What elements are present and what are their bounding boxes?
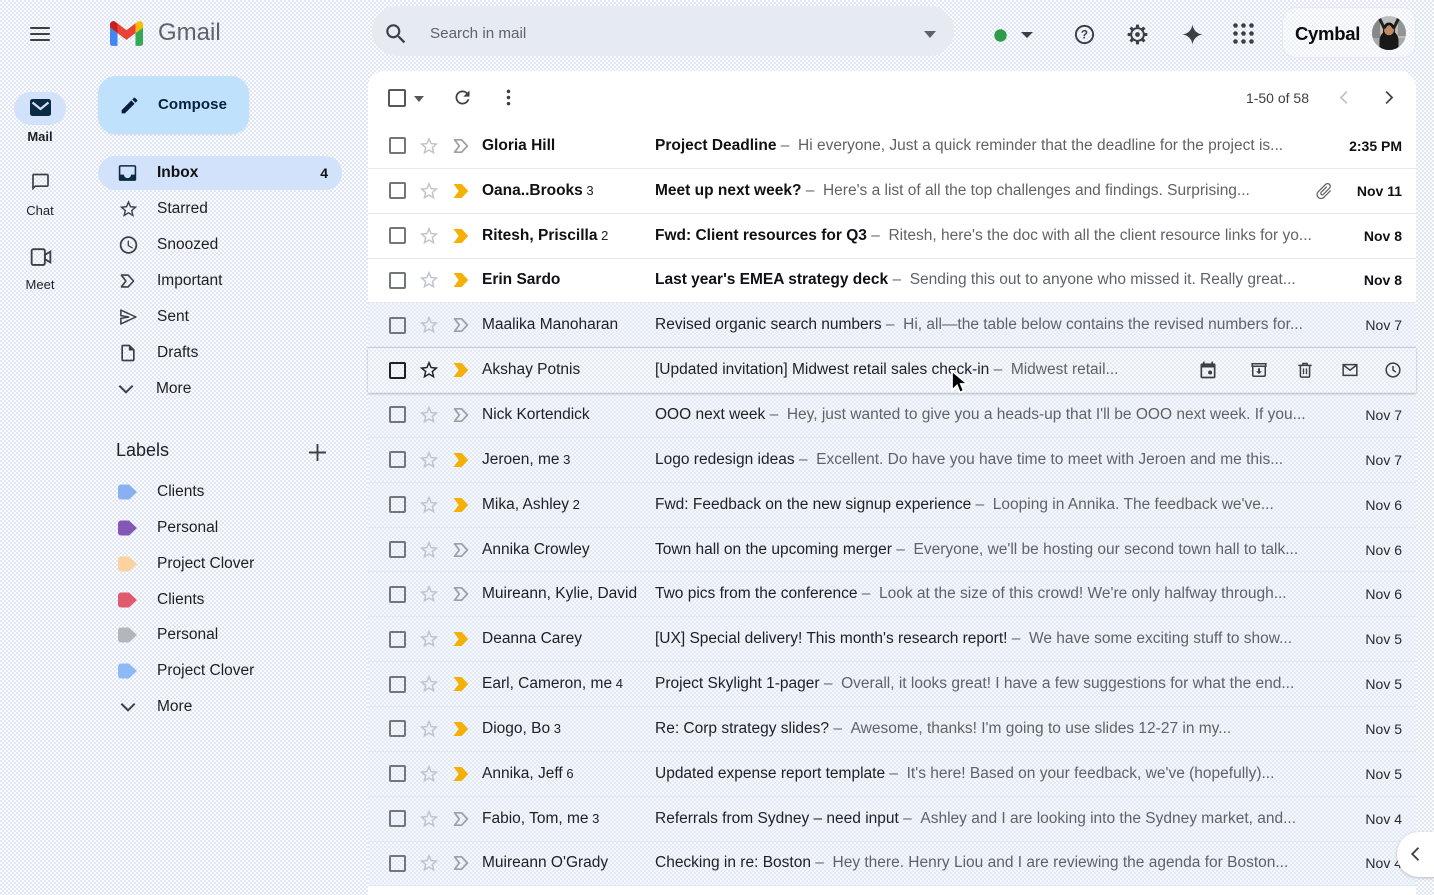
svg-text:?: ? (1081, 29, 1088, 42)
